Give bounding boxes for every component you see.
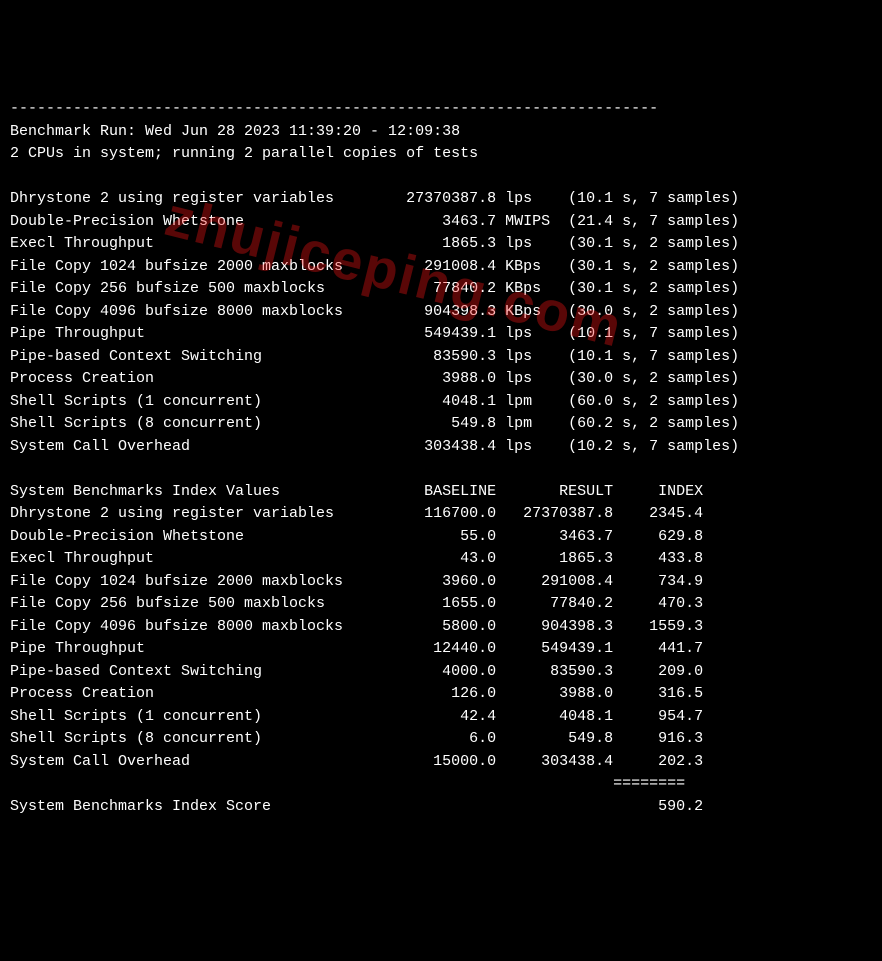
terminal-output: ----------------------------------------… (10, 98, 872, 818)
